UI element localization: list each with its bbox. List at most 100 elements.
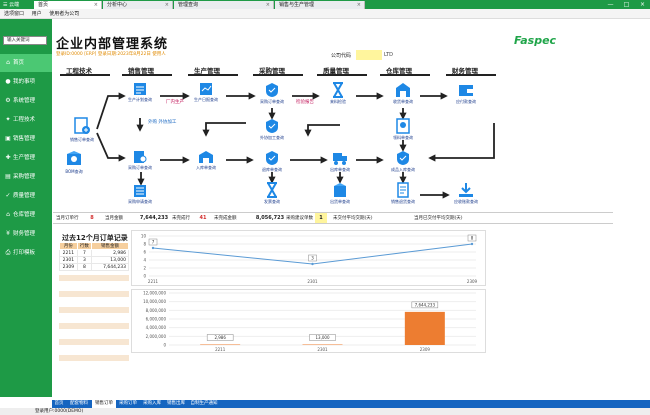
table-cell: 7 xyxy=(76,249,93,257)
table-header: 月份 xyxy=(59,242,78,250)
empty-table-row xyxy=(59,299,129,306)
bottom-tab-bar: 首页 配套物料 销售订单 采购订单 采购入库 销售出库 自制生产通知 xyxy=(52,400,650,408)
summary-label: 当月已交付平均交期(天) xyxy=(414,216,463,221)
list-icon xyxy=(134,185,146,197)
bottom-tab[interactable]: 采购订单 xyxy=(116,400,140,408)
line-chart: 0246810722113230182309 xyxy=(131,230,486,286)
empty-table-row xyxy=(59,331,129,338)
summary-label: 未完成行 xyxy=(172,216,190,221)
wallet-icon xyxy=(459,85,473,96)
summary-value: 8 xyxy=(90,215,94,221)
data-label: 3 xyxy=(311,256,314,261)
clipboard-icon xyxy=(396,118,410,134)
records-table: 月份 行数 销售金额 2211 7 2,986 2301 3 13,000 2309 8 7… xyxy=(59,242,129,271)
download-icon xyxy=(459,183,473,197)
bottom-tab[interactable]: 自制生产通知 xyxy=(188,400,220,408)
node-production-daily[interactable]: 生产日报查询 xyxy=(186,82,226,102)
status-bar: 登录用户:0000(DEMO) xyxy=(0,408,650,415)
table-cell: 2211 xyxy=(59,249,78,257)
node-return-query[interactable]: 退库单查询 xyxy=(252,150,292,172)
summary-label: 未完成金额 xyxy=(214,216,237,221)
y-tick-label: 12,000,000 xyxy=(143,291,166,296)
bar-chart: 02,000,0004,000,0006,000,0008,000,00010,… xyxy=(131,289,486,353)
shield-icon xyxy=(266,83,278,97)
x-tick-label: 2301 xyxy=(307,279,318,284)
y-tick-label: 6,000,000 xyxy=(146,317,167,322)
node-pending-purchase[interactable]: 采购申请查询 xyxy=(120,184,160,204)
empty-table-row xyxy=(59,307,129,314)
y-tick-label: 2,000,000 xyxy=(146,334,167,339)
table-header: 销售金额 xyxy=(91,242,129,250)
data-label: 7 xyxy=(152,240,155,245)
bar xyxy=(200,344,241,345)
node-invoice-query[interactable]: 发票查询 xyxy=(252,182,292,204)
table-row[interactable]: 2309 8 7,644,233 xyxy=(59,263,129,271)
node-fg-receipt[interactable]: 成品入库查询 xyxy=(383,150,423,172)
x-tick-label: 2309 xyxy=(420,347,431,352)
x-tick-label: 2301 xyxy=(317,347,328,352)
bar xyxy=(404,311,445,345)
node-purchase-order[interactable]: 采购订单查询 xyxy=(120,150,160,170)
empty-table-row xyxy=(59,275,129,282)
table-row[interactable]: 2301 3 13,000 xyxy=(59,256,129,264)
bottom-tab[interactable]: 采购入库 xyxy=(140,400,164,408)
data-point xyxy=(470,242,474,246)
y-tick-label: 10,000,000 xyxy=(143,299,166,304)
node-delivery-query[interactable]: 出库单查询 xyxy=(320,150,360,172)
node-receipt-query[interactable]: 收货单查询 xyxy=(383,82,423,104)
shield-icon xyxy=(397,151,409,165)
node-outsourcing-query[interactable]: 外协加工查询 xyxy=(252,118,292,140)
summary-label: 采购建议单数 xyxy=(286,216,313,221)
node-bom-query[interactable]: BOM查询 xyxy=(54,150,94,174)
x-tick-label: 2211 xyxy=(148,279,159,284)
x-tick-label: 2211 xyxy=(215,347,226,352)
empty-table-row xyxy=(59,291,129,298)
empty-table-row xyxy=(59,339,129,346)
shield-icon xyxy=(266,119,278,133)
search-doc-icon xyxy=(134,151,147,163)
node-storage-query[interactable]: 入库单查询 xyxy=(186,150,226,170)
empty-table-row xyxy=(59,315,129,322)
document-icon xyxy=(397,182,409,198)
outsourcing-note: 外购 外协加工 xyxy=(148,120,177,125)
y-tick-label: 8,000,000 xyxy=(146,308,167,313)
summary-value: 41 xyxy=(199,215,207,221)
box-icon xyxy=(334,183,346,197)
summary-value: 7,644,233 xyxy=(139,215,169,221)
table-cell: 2,986 xyxy=(91,249,129,257)
node-incoming-inspect[interactable]: 来料检验 xyxy=(318,82,358,104)
node-po-query[interactable]: 采购订单查询 xyxy=(252,82,292,104)
report-icon xyxy=(200,83,212,95)
summary-value: 8,056,723 xyxy=(255,215,285,221)
data-label: 7,644,233 xyxy=(415,302,436,307)
box-icon xyxy=(67,151,81,165)
empty-table-row xyxy=(59,363,129,370)
empty-table-row xyxy=(59,283,129,290)
node-sales-return[interactable]: 销售退货查询 xyxy=(383,182,423,204)
node-receivable-query[interactable]: 应收账款查询 xyxy=(446,182,486,204)
table-header: 行数 xyxy=(76,242,93,250)
data-label: 2,986 xyxy=(214,335,226,340)
node-material-issue[interactable]: 领料单查询 xyxy=(383,118,423,140)
empty-table-row xyxy=(59,355,129,362)
shield-icon xyxy=(266,151,278,165)
table-row[interactable]: 2211 7 2,986 xyxy=(59,249,129,257)
bar xyxy=(302,344,343,345)
bottom-tab[interactable]: 销售订单 xyxy=(92,400,116,408)
node-shipping-query[interactable]: 出货单查询 xyxy=(320,182,360,204)
table-cell: 2309 xyxy=(59,263,78,271)
bottom-tab[interactable]: 首页 xyxy=(52,400,66,408)
empty-table-row xyxy=(59,323,129,330)
data-point xyxy=(311,262,314,266)
node-payment-query[interactable]: 应付款查询 xyxy=(446,82,486,104)
warehouse-icon xyxy=(396,83,410,97)
warehouse-icon xyxy=(199,151,213,163)
node-production-plan[interactable]: 生产计划查询 xyxy=(120,82,160,102)
node-order-query[interactable]: 销售订单查询 xyxy=(62,116,102,142)
empty-table-row xyxy=(59,347,129,354)
bottom-tab[interactable]: 配套物料 xyxy=(66,400,92,408)
table-cell: 3 xyxy=(76,256,93,264)
document-icon xyxy=(74,117,90,134)
bottom-tab[interactable]: 销售出库 xyxy=(164,400,188,408)
summary-label: 未交付平均交期(天) xyxy=(333,216,373,221)
